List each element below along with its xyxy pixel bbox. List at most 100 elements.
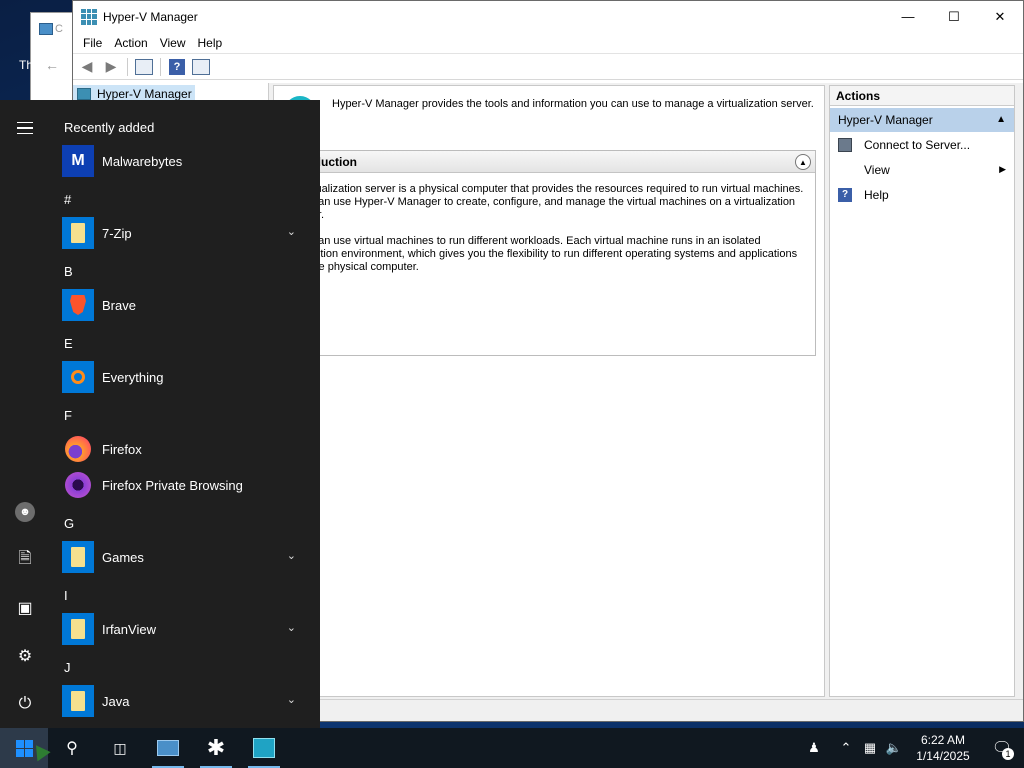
action-view[interactable]: View ▶ <box>830 157 1014 182</box>
network-icon[interactable]: ▦ <box>858 728 882 768</box>
notification-count-badge: 1 <box>1002 748 1014 760</box>
pictures-icon[interactable]: ▣ <box>13 596 37 620</box>
action-help[interactable]: ? Help <box>830 182 1014 207</box>
app-item-firefox[interactable]: Firefox <box>62 431 310 467</box>
toolbar-separator <box>127 57 128 76</box>
taskbar-app-snowflake[interactable]: ✱ <box>192 728 240 768</box>
intro-paragraph: You can use virtual machines to run diff… <box>291 235 798 273</box>
recently-added-header: Recently added <box>64 120 155 135</box>
menu-bar: File Action View Help <box>73 32 1023 54</box>
menu-action[interactable]: Action <box>108 36 153 50</box>
actions-group-label: Hyper-V Manager <box>838 113 933 127</box>
section-header[interactable]: F <box>64 408 72 423</box>
app-item-java[interactable]: Java ⌄ <box>62 683 310 719</box>
taskbar-app-hyperv-connect[interactable] <box>144 728 192 768</box>
submenu-arrow-icon: ▶ <box>999 164 1006 174</box>
window-title: Hyper-V Manager <box>103 9 198 24</box>
section-header[interactable]: I <box>64 588 68 603</box>
app-item-brave[interactable]: Brave <box>62 287 310 323</box>
app-name: 7-Zip <box>102 225 132 241</box>
hyperv-manager-icon <box>253 738 275 758</box>
firefox-icon <box>62 433 94 465</box>
app-item-irfanview[interactable]: IrfanView ⌄ <box>62 611 310 647</box>
app-name: Firefox <box>102 441 142 457</box>
menu-view[interactable]: View <box>154 36 192 50</box>
folder-icon <box>62 541 94 573</box>
snowflake-icon: ✱ <box>206 735 226 760</box>
header-description: Hyper-V Manager provides the tools and i… <box>332 98 814 110</box>
chevron-down-icon[interactable]: ⌄ <box>287 621 296 634</box>
maximize-button[interactable]: ☐ <box>931 1 977 32</box>
action-label: Help <box>864 187 889 202</box>
help-icon[interactable]: ? <box>167 57 187 77</box>
window-icon <box>39 23 53 35</box>
section-header[interactable]: G <box>64 516 74 531</box>
chevron-down-icon[interactable]: ⌄ <box>287 693 296 706</box>
menu-help[interactable]: Help <box>192 36 229 50</box>
brave-icon <box>62 289 94 321</box>
blank-icon <box>838 163 852 177</box>
actions-group-hyperv-manager[interactable]: Hyper-V Manager ▲ <box>830 108 1014 132</box>
folder-icon <box>62 685 94 717</box>
title-bar[interactable]: Hyper-V Manager — ☐ ✕ <box>73 1 1023 32</box>
taskbar: ⚲ ◫ ✱ ♟ ⌃ ▦ 🔈 6:22 AM 1/14/2025 🗨 1 <box>0 728 1024 768</box>
action-connect-to-server[interactable]: Connect to Server... <box>830 132 1014 157</box>
action-label: View <box>864 162 890 177</box>
toolbar: ◀ ▶ ? <box>73 54 1023 80</box>
menu-file[interactable]: File <box>77 36 108 50</box>
section-header[interactable]: J <box>64 660 71 675</box>
section-header[interactable]: B <box>64 264 73 279</box>
app-item-malwarebytes[interactable]: M Malwarebytes <box>62 143 310 179</box>
chevron-down-icon[interactable]: ⌄ <box>287 225 296 238</box>
section-header[interactable]: # <box>64 192 71 207</box>
user-account-icon[interactable]: ☻ <box>13 500 37 524</box>
hyperv-icon <box>77 88 91 100</box>
clock[interactable]: 6:22 AM 1/14/2025 <box>906 732 980 764</box>
actions-pane: Actions Hyper-V Manager ▲ Connect to Ser… <box>829 85 1015 697</box>
app-item-firefox-private-browsing[interactable]: Firefox Private Browsing <box>62 467 310 503</box>
collapse-caret-icon[interactable]: ▲ <box>996 114 1006 125</box>
taskbar-app-hyperv-manager[interactable] <box>240 728 288 768</box>
section-header[interactable]: E <box>64 336 73 351</box>
app-item-7zip[interactable]: 7-Zip ⌄ <box>62 215 310 251</box>
back-arrow-icon[interactable]: ◀ <box>77 57 97 77</box>
settings-gear-icon[interactable]: ⚙ <box>13 644 37 668</box>
back-arrow-icon: ← <box>45 57 59 73</box>
action-label: Connect to Server... <box>864 137 971 152</box>
search-button[interactable]: ⚲ <box>48 728 96 768</box>
chevron-down-icon[interactable]: ⌄ <box>287 549 296 562</box>
power-icon[interactable]: ⏻ <box>13 692 37 716</box>
results-pane: Hyper-V Manager provides the tools and i… <box>273 85 825 697</box>
documents-icon[interactable]: 🗎 <box>13 548 37 572</box>
show-hide-console-tree-icon[interactable] <box>134 57 154 77</box>
people-icon[interactable]: ♟ <box>794 728 834 768</box>
clock-date: 1/14/2025 <box>916 749 970 763</box>
intro-paragraph: A virtualization server is a physical co… <box>291 183 804 221</box>
app-name: Firefox Private Browsing <box>102 477 243 493</box>
close-button[interactable]: ✕ <box>977 1 1023 32</box>
app-item-everything[interactable]: Everything <box>62 359 310 395</box>
malwarebytes-icon: M <box>62 145 94 177</box>
volume-icon[interactable]: 🔈 <box>882 728 906 768</box>
action-center-button[interactable]: 🗨 1 <box>980 728 1024 768</box>
introduction-header[interactable]: Introduction ▲ <box>281 151 815 173</box>
app-item-games[interactable]: Games ⌄ <box>62 539 310 575</box>
show-hide-action-pane-icon[interactable] <box>191 57 211 77</box>
minimize-button[interactable]: — <box>885 1 931 32</box>
firefox-private-icon <box>62 469 94 501</box>
collapse-icon[interactable]: ▲ <box>795 154 811 170</box>
toolbar-separator <box>160 57 161 76</box>
folder-icon <box>62 613 94 645</box>
app-name: Everything <box>102 369 164 385</box>
task-view-button[interactable]: ◫ <box>96 728 144 768</box>
forward-arrow-icon[interactable]: ▶ <box>101 57 121 77</box>
show-hidden-icons-chevron-icon[interactable]: ⌃ <box>834 728 858 768</box>
actions-title: Actions <box>830 86 1014 106</box>
app-name: IrfanView <box>102 621 156 637</box>
app-name: Java <box>102 693 130 709</box>
expand-menu-icon[interactable] <box>13 116 37 140</box>
start-menu: ☻ 🗎 ▣ ⚙ ⏻ Recently added M Malwarebytes … <box>0 100 320 728</box>
hyperv-app-icon <box>81 8 97 25</box>
app-name: Malwarebytes <box>102 153 183 169</box>
folder-icon <box>62 217 94 249</box>
